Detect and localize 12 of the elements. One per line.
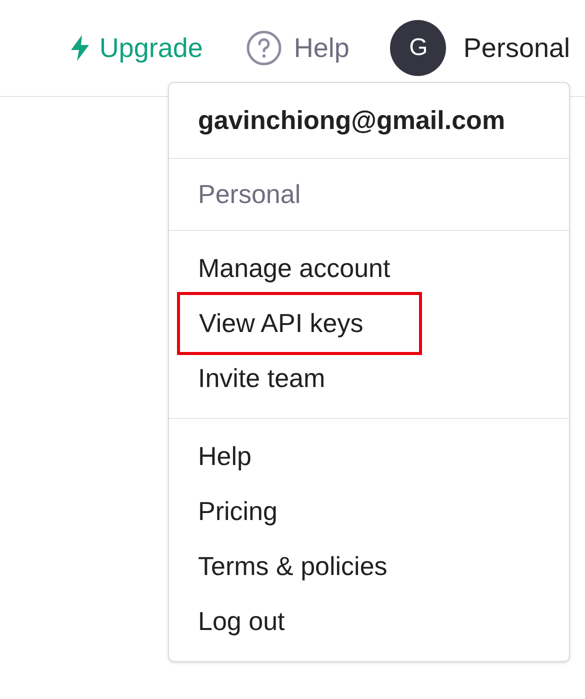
help-icon <box>246 30 282 66</box>
account-email: gavinchiong@gmail.com <box>198 104 506 137</box>
avatar[interactable]: G <box>390 20 446 76</box>
menu-item[interactable]: Help <box>169 429 569 484</box>
menu-item[interactable]: View API keys <box>177 292 422 355</box>
lightning-icon <box>69 34 92 62</box>
workspace-label: Personal <box>198 178 301 211</box>
menu-item[interactable]: Log out <box>169 594 569 649</box>
help-link[interactable]: Help <box>246 28 350 68</box>
account-name[interactable]: Personal <box>463 28 570 68</box>
menu-item[interactable]: Terms & policies <box>169 539 569 594</box>
menu-item[interactable]: Pricing <box>169 484 569 539</box>
